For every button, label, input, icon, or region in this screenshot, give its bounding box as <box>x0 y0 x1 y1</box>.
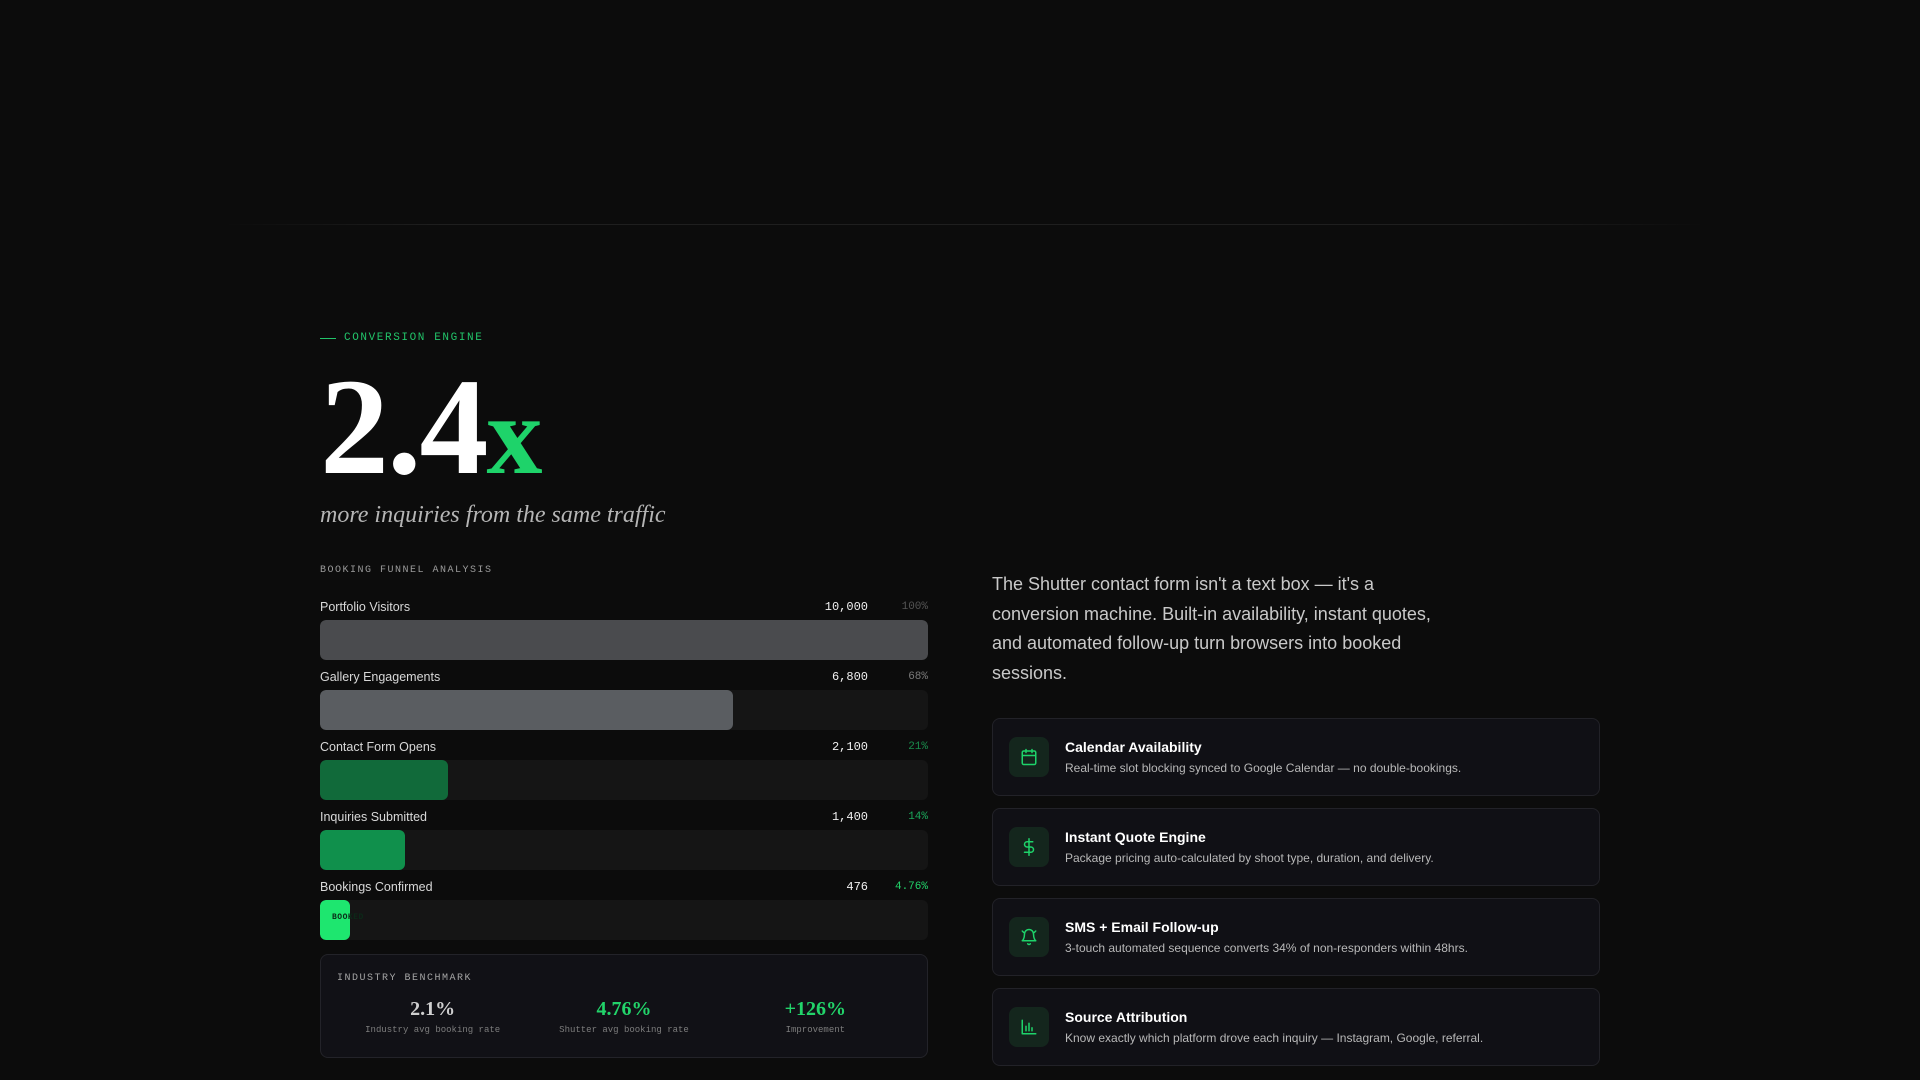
benchmark-label: Industry avg booking rate <box>365 1025 501 1035</box>
funnel-stage: Gallery Engagements 6,800 68% <box>320 668 928 738</box>
funnel-stage-label: Contact Form Opens <box>320 740 437 754</box>
headline-number: 2.4 <box>320 350 488 503</box>
feature-card: SMS + Email Follow-up 3-touch automated s… <box>992 898 1600 976</box>
features-section: The Shutter contact form isn't a text bo… <box>992 570 1600 1078</box>
funnel-stage-count: 6,800 <box>831 670 868 684</box>
benchmark-stat: 4.76% Shutter avg booking rate <box>528 998 719 1035</box>
funnel-stage-count: 1,400 <box>831 810 868 824</box>
industry-benchmark-card: INDUSTRY BENCHMARK 2.1% Industry avg book… <box>320 954 928 1058</box>
feature-text: SMS + Email Follow-up 3-touch automated s… <box>1065 919 1468 955</box>
top-divider <box>222 224 1708 225</box>
funnel-stage-percent: 14% <box>908 811 928 823</box>
feature-card: Calendar Availability Real-time slot bloc… <box>992 718 1600 796</box>
feature-card: Source Attribution Know exactly which pla… <box>992 988 1600 1066</box>
funnel-stage-header: Inquiries Submitted 1,400 14% <box>320 808 928 826</box>
intro-paragraph: The Shutter contact form isn't a text bo… <box>992 574 1431 683</box>
conversion-section: CONVERSION ENGINE 2.4x more inquiries fr… <box>320 332 928 1058</box>
dollar-icon <box>1009 827 1049 867</box>
feature-list: Calendar Availability Real-time slot bloc… <box>992 718 1600 1066</box>
bell-icon <box>1009 917 1049 957</box>
benchmark-value: +126% <box>784 998 847 1020</box>
funnel-bar-fill <box>320 690 733 730</box>
calendar-icon <box>1009 737 1049 777</box>
feature-card: Instant Quote Engine Package pricing auto… <box>992 808 1600 886</box>
funnel-title: BOOKING FUNNEL ANALYSIS <box>320 565 493 576</box>
headline-suffix: x <box>486 374 543 498</box>
eyebrow-label: CONVERSION ENGINE <box>344 332 484 344</box>
funnel-stage-percent: 4.76% <box>894 881 928 893</box>
headline-stat: 2.4x <box>320 358 928 499</box>
funnel-stage: Contact Form Opens 2,100 21% <box>320 738 928 808</box>
feature-title: Calendar Availability <box>1065 739 1202 755</box>
funnel-bar-track <box>320 690 928 730</box>
benchmark-stat: 2.1% Industry avg booking rate <box>337 998 528 1035</box>
feature-description: Know exactly which platform drove each i… <box>1065 1031 1484 1045</box>
benchmark-stat: +126% Improvement <box>720 998 911 1035</box>
benchmark-title: INDUSTRY BENCHMARK <box>337 973 473 984</box>
funnel-stage-label: Gallery Engagements <box>320 670 441 684</box>
funnel-bar-fill <box>320 620 928 660</box>
page: CONVERSION ENGINE 2.4x more inquiries fr… <box>0 0 1920 1080</box>
funnel-stage-percent: 68% <box>908 671 928 683</box>
funnel-stage: Portfolio Visitors 10,000 100% <box>320 598 928 668</box>
benchmark-value: 4.76% <box>596 998 652 1020</box>
funnel-stage-count: 2,100 <box>831 740 868 754</box>
funnel-stage: Bookings Confirmed 476 4.76% BOOKED <box>320 878 928 948</box>
funnel-stage-percent: 21% <box>908 741 928 753</box>
funnel-bar-track: BOOKED <box>320 900 928 940</box>
funnel-bar-track <box>320 760 928 800</box>
benchmark-stats: 2.1% Industry avg booking rate 4.76% Shutte… <box>337 998 911 1035</box>
benchmark-label: Improvement <box>785 1025 846 1035</box>
funnel-bar-fill <box>320 830 405 870</box>
funnel-stage-label: Portfolio Visitors <box>320 600 411 614</box>
benchmark-label: Shutter avg booking rate <box>559 1025 689 1035</box>
feature-title: Instant Quote Engine <box>1065 829 1206 845</box>
feature-description: Package pricing auto-calculated by shoot… <box>1065 851 1434 865</box>
funnel-stage-percent: 100% <box>901 601 928 613</box>
funnel-stage-header: Portfolio Visitors 10,000 100% <box>320 598 928 616</box>
funnel-bar-track <box>320 830 928 870</box>
booking-funnel: Portfolio Visitors 10,000 100% Gallery Enga… <box>320 598 928 948</box>
funnel-stage-label: Inquiries Submitted <box>320 810 428 824</box>
funnel-bar-track <box>320 620 928 660</box>
funnel-bar-fill <box>320 760 448 800</box>
feature-title: SMS + Email Follow-up <box>1065 919 1219 935</box>
feature-description: Real-time slot blocking synced to Google… <box>1065 761 1462 775</box>
funnel-stage-header: Gallery Engagements 6,800 68% <box>320 668 928 686</box>
funnel-stage-label: Bookings Confirmed <box>320 880 433 894</box>
booked-tag: BOOKED <box>332 913 364 922</box>
feature-text: Calendar Availability Real-time slot bloc… <box>1065 739 1461 775</box>
eyebrow: CONVERSION ENGINE <box>320 332 928 344</box>
funnel-stage-count: 10,000 <box>824 600 868 614</box>
funnel-stage-count: 476 <box>846 880 868 894</box>
feature-text: Instant Quote Engine Package pricing auto… <box>1065 829 1434 865</box>
feature-title: Source Attribution <box>1065 1009 1188 1025</box>
bar-chart-icon <box>1009 1007 1049 1047</box>
funnel-stage-header: Bookings Confirmed 476 4.76% <box>320 878 928 896</box>
funnel-stage-header: Contact Form Opens 2,100 21% <box>320 738 928 756</box>
eyebrow-line <box>320 337 336 339</box>
feature-description: 3-touch automated sequence converts 34% … <box>1065 941 1468 955</box>
benchmark-value: 2.1% <box>410 998 456 1020</box>
feature-text: Source Attribution Know exactly which pla… <box>1065 1009 1483 1045</box>
headline-subtitle: more inquiries from the same traffic <box>320 502 666 528</box>
funnel-stage: Inquiries Submitted 1,400 14% <box>320 808 928 878</box>
